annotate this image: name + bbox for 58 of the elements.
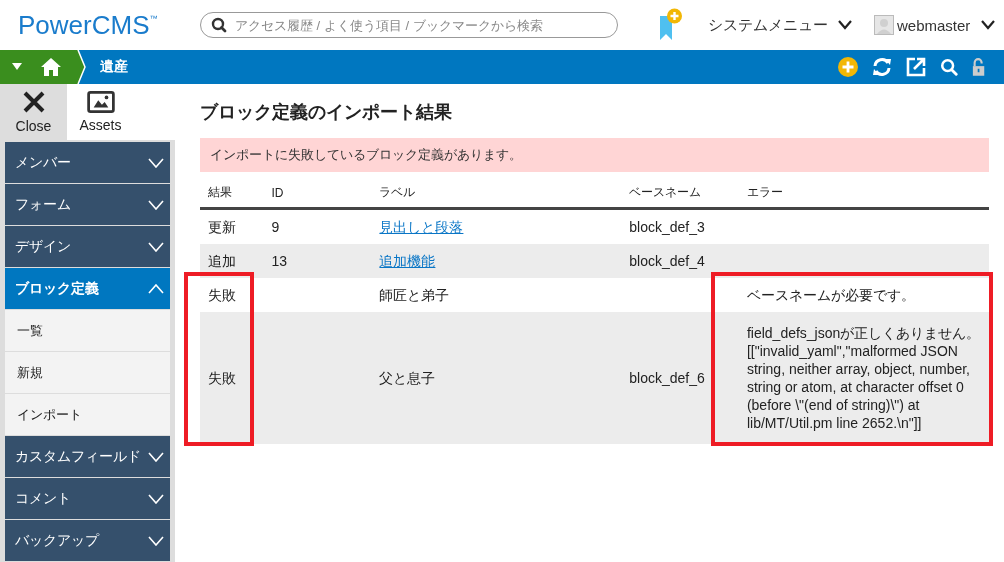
table-cell: block_def_4 [629, 253, 705, 269]
label-link[interactable]: 見出しと段落 [379, 219, 464, 235]
unlock-icon[interactable] [972, 57, 986, 77]
search-icon[interactable] [940, 58, 958, 76]
sidebar-item[interactable]: メンバー [5, 142, 170, 183]
chevron-down-icon [148, 199, 164, 210]
sidebar-subitem[interactable]: インポート [5, 394, 170, 435]
sidebar-subitem[interactable]: 一覧 [5, 310, 170, 351]
sidebar-item[interactable]: ブロック定義 [5, 268, 170, 309]
table-cell: 9 [271, 219, 280, 235]
add-icon[interactable] [838, 57, 858, 77]
table-cell: field_defs_jsonが正しくありません。[["invalid_yaml","malformed JSON string, neither array, object, number, string or atom, at character offset 0 (before \"(end of string)\") at lib/MT/Util.pm line 2652.\n"]] [746, 325, 981, 431]
column-header: ID [263, 179, 372, 209]
table-cell: 父と息子 [379, 370, 436, 386]
table-cell: 師匠と弟子 [379, 287, 450, 303]
sidebar-item[interactable]: フォーム [5, 184, 170, 225]
close-icon [21, 90, 46, 114]
sidebar-item[interactable]: コメント [5, 478, 170, 519]
dropdown-triangle-icon [12, 63, 22, 71]
label-link[interactable]: 追加機能 [379, 253, 436, 269]
chevron-up-icon [148, 283, 164, 294]
table-cell: 13 [271, 253, 288, 269]
table-cell: block_def_6 [629, 370, 705, 386]
table-cell: 失敗 [208, 370, 236, 386]
logo[interactable]: PowerCMS$^{™}$ [18, 9, 200, 41]
column-header: エラー [738, 179, 989, 209]
external-link-icon[interactable] [906, 57, 926, 77]
chevron-down-icon [981, 20, 996, 30]
system-menu[interactable]: システムメニュー [708, 15, 852, 35]
sidebar-item[interactable]: デザイン [5, 226, 170, 267]
table-cell: 更新 [208, 219, 236, 235]
refresh-icon[interactable] [872, 57, 892, 77]
chevron-down-icon [148, 535, 164, 546]
chevron-down-icon [148, 493, 164, 504]
chevron-down-icon [148, 241, 164, 252]
page-title: ブロック定義のインポート結果 [200, 101, 453, 124]
table-cell: block_def_3 [629, 219, 705, 235]
home-icon [40, 57, 62, 77]
breadcrumb-arrow [72, 50, 86, 84]
error-alert: インポートに失敗しているブロック定義があります。 [200, 138, 989, 172]
avatar-icon [874, 15, 894, 35]
table-cell: ベースネームが必要です。 [746, 287, 915, 303]
table-cell: 追加 [208, 253, 236, 269]
site-name[interactable]: 遺産 [100, 58, 128, 76]
table-cell: 失敗 [208, 287, 236, 303]
sidebar-item[interactable]: カスタムフィールド [5, 436, 170, 477]
sidebar-subitem[interactable]: 新規 [5, 352, 170, 393]
chevron-down-icon [838, 20, 852, 30]
image-icon [86, 91, 115, 113]
search-icon [211, 17, 227, 33]
column-header: ラベル [371, 179, 622, 209]
close-button[interactable]: Close [0, 84, 67, 140]
chevron-down-icon [148, 451, 164, 462]
user-menu[interactable]: webmaster [874, 15, 996, 35]
sidebar-item[interactable]: バックアップ [5, 520, 170, 561]
column-header: ベースネーム [621, 179, 739, 209]
chevron-down-icon [148, 157, 164, 168]
column-header: 結果 [200, 179, 264, 209]
